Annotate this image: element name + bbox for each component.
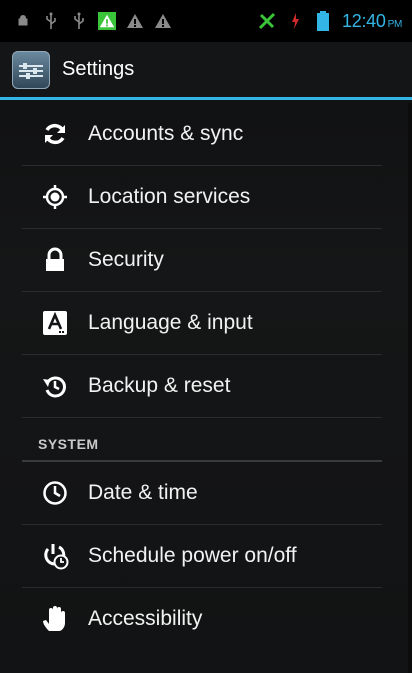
sync-icon <box>38 117 72 151</box>
settings-item-label: Accounts & sync <box>88 122 244 145</box>
android-debug-icon <box>14 12 32 30</box>
settings-item-accounts-sync[interactable]: Accounts & sync <box>22 103 382 166</box>
settings-list: Accounts & sync Location services Securi… <box>22 103 382 650</box>
warning-icon <box>154 12 172 30</box>
charging-icon <box>286 12 304 30</box>
clock: 12:40 PM <box>342 10 402 31</box>
settings-item-label: Schedule power on/off <box>88 544 297 567</box>
settings-item-security[interactable]: Security <box>22 229 382 292</box>
settings-item-accessibility[interactable]: Accessibility <box>22 588 382 650</box>
warning-icon <box>126 12 144 30</box>
action-bar[interactable]: Settings <box>0 42 412 100</box>
usb-icon <box>70 12 88 30</box>
scroll-edge <box>408 103 412 673</box>
settings-item-label: Date & time <box>88 481 198 504</box>
settings-app-icon[interactable] <box>12 50 50 89</box>
hand-icon <box>38 602 72 636</box>
settings-item-label: Security <box>88 248 164 271</box>
keyboard-icon <box>38 306 72 340</box>
backup-icon <box>38 369 72 403</box>
lock-icon <box>38 243 72 277</box>
settings-item-label: Language & input <box>88 311 253 334</box>
warning-green-icon <box>98 12 116 30</box>
clock-icon <box>38 476 72 510</box>
section-header-system: SYSTEM <box>22 418 382 462</box>
status-bar: 12:40 PM <box>0 0 412 42</box>
battery-icon <box>314 11 332 31</box>
usb-icon <box>42 12 60 30</box>
settings-item-label: Location services <box>88 185 251 208</box>
page-title: Settings <box>62 58 135 80</box>
no-signal-icon <box>258 12 276 30</box>
settings-screen: 12:40 PM Settings Accounts & sync Locati… <box>0 0 412 673</box>
settings-item-schedule-power[interactable]: Schedule power on/off <box>22 525 382 588</box>
settings-item-label: Accessibility <box>88 607 203 630</box>
settings-item-backup[interactable]: Backup & reset <box>22 355 382 418</box>
location-icon <box>38 180 72 214</box>
settings-item-location[interactable]: Location services <box>22 166 382 229</box>
power-schedule-icon <box>38 539 72 573</box>
settings-item-label: Backup & reset <box>88 374 231 397</box>
settings-item-language[interactable]: Language & input <box>22 292 382 355</box>
settings-item-date-time[interactable]: Date & time <box>22 462 382 525</box>
